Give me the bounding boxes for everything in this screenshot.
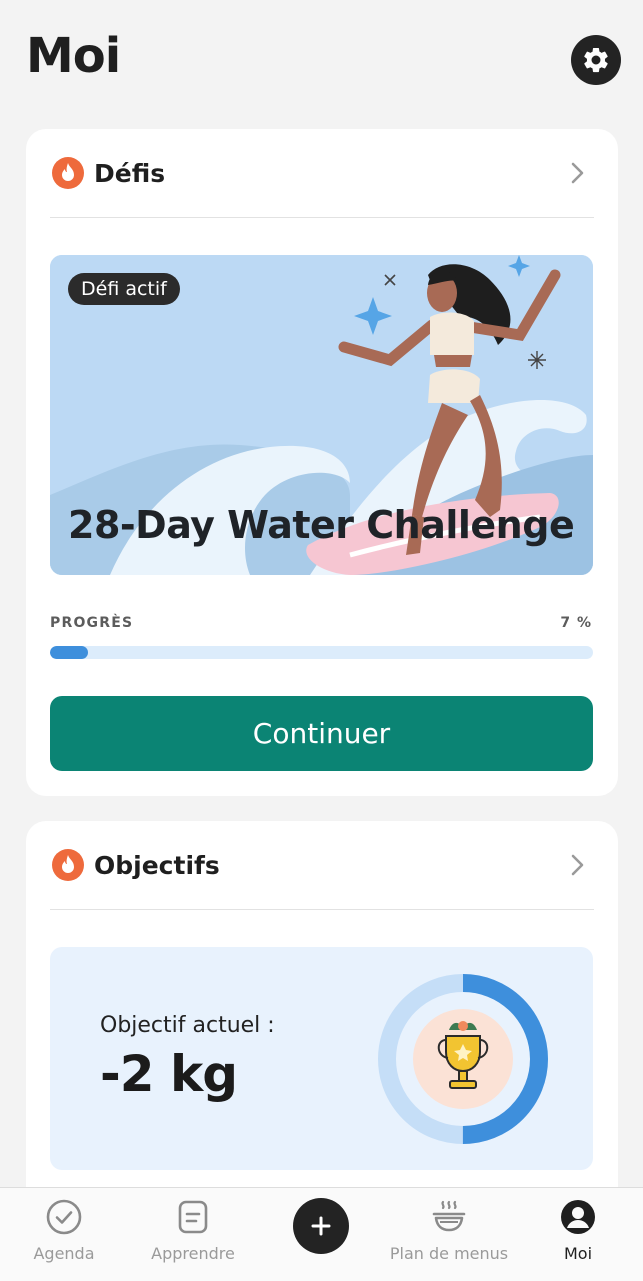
current-goal-panel[interactable]: Objectif actuel : -2 kg (50, 947, 593, 1170)
challenge-title: 28-Day Water Challenge (68, 503, 575, 547)
continue-button[interactable]: Continuer (50, 696, 593, 771)
tab-label: Plan de menus (389, 1244, 509, 1263)
check-circle-icon (46, 1199, 82, 1235)
progress-label: PROGRÈS (50, 615, 134, 631)
plus-icon (311, 1216, 331, 1236)
settings-button[interactable] (571, 35, 621, 85)
progress-bar-fill (50, 646, 88, 659)
flame-icon (52, 157, 84, 189)
chevron-right-icon (571, 854, 584, 876)
active-challenge-badge: Défi actif (68, 273, 180, 305)
bowl-icon (432, 1200, 466, 1232)
challenges-header[interactable]: Défis (50, 129, 594, 218)
challenges-title: Défis (94, 158, 166, 188)
current-goal-label: Objectif actuel : (100, 1013, 275, 1038)
bottom-tab-bar: Agenda Apprendre Plan de menus Moi (0, 1187, 643, 1281)
tab-agenda[interactable]: Agenda (0, 1188, 129, 1281)
page-title: Moi (26, 28, 121, 84)
current-goal-value: -2 kg (100, 1045, 238, 1103)
goals-title: Objectifs (94, 850, 220, 880)
goal-progress-ring (378, 974, 548, 1144)
tab-me[interactable]: Moi (513, 1188, 643, 1281)
challenges-card: Défis Défi actif 28-Day Water Challenge … (26, 129, 618, 796)
note-icon (178, 1200, 208, 1234)
chevron-right-icon (571, 162, 584, 184)
add-button[interactable] (293, 1198, 349, 1254)
goals-header[interactable]: Objectifs (50, 821, 594, 910)
tab-learn[interactable]: Apprendre (128, 1188, 258, 1281)
gear-icon (584, 47, 608, 73)
progress-value: 7 % (560, 615, 592, 631)
flame-icon (52, 849, 84, 881)
tab-label: Apprendre (151, 1244, 235, 1263)
progress-bar (50, 646, 593, 659)
tab-label: Moi (563, 1244, 593, 1263)
user-icon (561, 1200, 595, 1234)
tab-label: Agenda (33, 1244, 95, 1263)
tab-meal-plan[interactable]: Plan de menus (384, 1188, 514, 1281)
goals-card: Objectifs Objectif actuel : -2 kg (26, 821, 618, 1241)
challenge-banner[interactable]: Défi actif 28-Day Water Challenge (50, 255, 593, 575)
